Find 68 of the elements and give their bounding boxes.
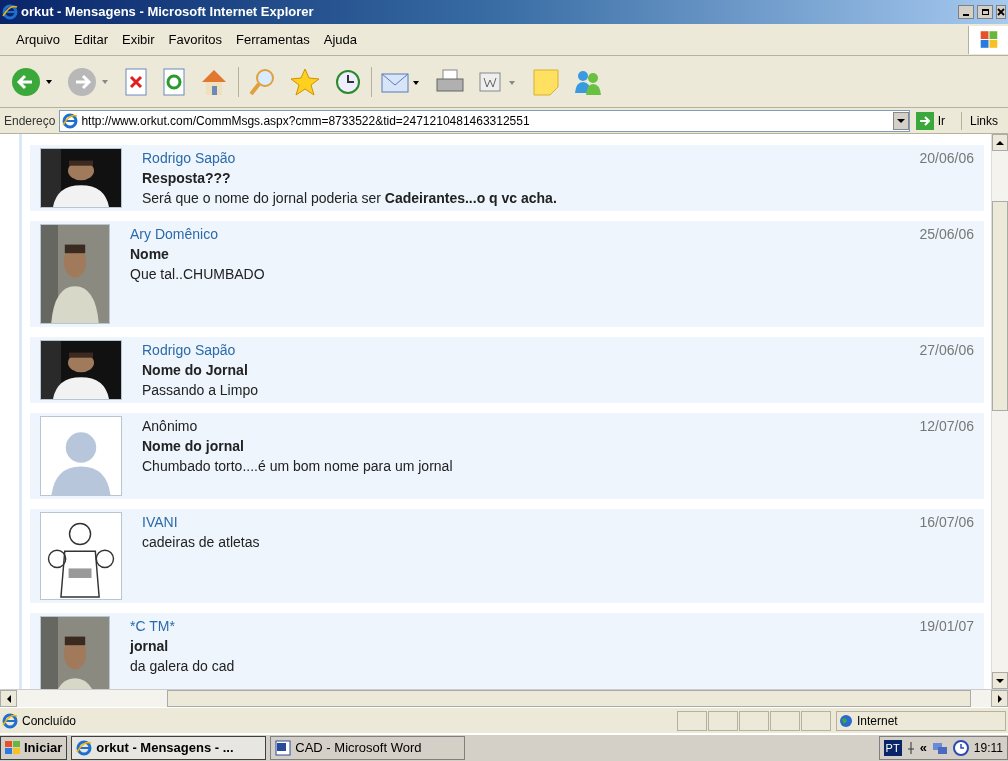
message-date: 12/07/06 <box>919 417 974 436</box>
menu-item[interactable]: Arquivo <box>10 29 67 50</box>
globe-icon <box>839 713 853 728</box>
links-button[interactable]: Links <box>966 111 1004 130</box>
message-text: da galera do cad <box>130 657 235 676</box>
menu-item[interactable]: Exibir <box>116 29 161 50</box>
author-name[interactable]: Rodrigo Sapão <box>142 340 236 360</box>
word-document-icon <box>275 740 292 756</box>
page-icon <box>2 712 18 729</box>
author-name[interactable]: Ary Domênico <box>130 224 218 244</box>
message-subject: Nome do jornal <box>142 437 244 456</box>
ie-icon <box>2 4 18 20</box>
ie-icon <box>76 740 93 756</box>
windows-logo-icon <box>5 741 21 755</box>
message-subject: Nome do Jornal <box>142 361 248 380</box>
message-text: cadeiras de atletas <box>142 533 260 552</box>
clock-time: 19:11 <box>973 740 1003 757</box>
message-text: Passando a Limpo <box>142 381 258 400</box>
minimize-button[interactable] <box>958 5 974 19</box>
message-date: 27/06/06 <box>919 341 974 360</box>
status-pane <box>770 710 800 731</box>
go-button[interactable]: Ir <box>913 111 962 130</box>
menu-item[interactable]: Favoritos <box>162 29 229 50</box>
message-subject: Resposta??? <box>142 169 231 188</box>
menu-item[interactable]: Ferramentas <box>230 29 316 50</box>
address-text: http://www.orkut.com/CommMsgs.aspx?cmm=8733522&tid=2471210481463312551 <box>81 112 531 130</box>
start-button[interactable]: Iniciar <box>0 736 68 760</box>
show-hidden-icons-button[interactable]: « <box>919 738 927 758</box>
message-subject: Nome <box>130 245 169 264</box>
status-pane <box>677 710 707 731</box>
message-text: Será que o nome do jornal poderia ser Cadeirantes...o q vc acha. <box>142 189 557 208</box>
restore-button[interactable] <box>977 5 993 19</box>
status-pane <box>739 710 769 731</box>
status-pane <box>801 710 831 731</box>
avatar-silhouette-icon <box>40 416 122 496</box>
author-name[interactable]: Rodrigo Sapão <box>142 148 236 168</box>
network-icon[interactable] <box>931 740 948 756</box>
taskbar-button[interactable]: CAD - Microsoft Word <box>270 736 466 760</box>
clock-icon[interactable] <box>952 740 969 756</box>
page-icon <box>62 112 79 129</box>
window-title: orkut - Mensagens - Microsoft Internet Explorer <box>21 3 314 22</box>
author-name[interactable]: *C TM* <box>130 616 175 636</box>
message-date: 19/01/07 <box>919 617 974 636</box>
message-text: Chumbado torto....é um bom nome para um jornal <box>142 457 453 476</box>
menu-item[interactable]: Ajuda <box>317 29 363 50</box>
message-text: Que tal..CHUMBADO <box>130 265 265 284</box>
vertical-scrollbar[interactable] <box>991 134 1008 689</box>
message-date: 16/07/06 <box>919 513 974 532</box>
taskbar-button[interactable]: orkut - Mensagens - ... <box>71 736 267 760</box>
star-icon <box>289 66 321 97</box>
menu-item[interactable]: Editar <box>68 29 115 50</box>
horizontal-scrollbar[interactable] <box>0 689 1008 707</box>
language-indicator[interactable]: PT <box>883 739 902 757</box>
zone-text: Internet <box>857 712 898 730</box>
message-subject: jornal <box>130 637 169 656</box>
close-button[interactable] <box>996 5 1006 19</box>
message-date: 25/06/06 <box>919 225 974 244</box>
stop-icon <box>122 66 150 97</box>
message-date: 20/06/06 <box>919 149 974 168</box>
sticky-note-icon <box>530 66 562 97</box>
pen-icon[interactable] <box>906 741 915 755</box>
address-label: Endereço <box>4 112 56 130</box>
address-field[interactable]: http://www.orkut.com/CommMsgs.aspx?cmm=8733522&tid=2471210481463312551 <box>59 109 910 132</box>
author-name: Anônimo <box>142 417 198 436</box>
status-text: Concluído <box>22 712 78 730</box>
status-pane <box>708 710 738 731</box>
refresh-icon <box>160 66 188 97</box>
author-name[interactable]: IVANI <box>142 512 178 532</box>
